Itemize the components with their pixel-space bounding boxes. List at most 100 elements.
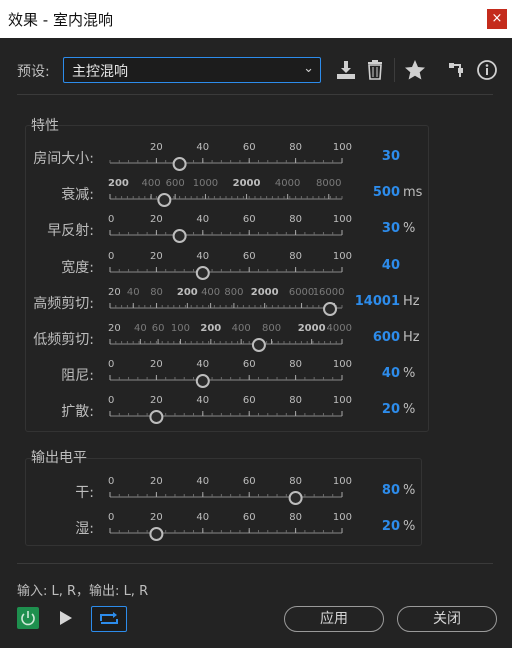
tick-label: 2000 [298,323,326,334]
param-slider[interactable]: 200 400 600 1000 2000 4000 8000 [100,173,356,209]
tick-label: 20 [150,512,163,523]
param-label: 衰减: [61,187,94,204]
footer-divider [17,563,493,564]
info-icon[interactable] [476,59,498,81]
tick-label: 100 [333,214,352,225]
tick-label: 100 [333,476,352,487]
tick-label: 100 [171,323,190,334]
param-unit: Hz [403,330,420,345]
param-row: 扩散: 0 20 40 60 80 100 20% [0,390,512,426]
slider-knob[interactable] [195,265,210,280]
slider-knob[interactable] [288,491,303,505]
param-slider[interactable]: 0 20 40 60 80 100 [100,507,356,543]
characteristics-title: 特性 [31,118,59,134]
close-button[interactable]: 关闭 [397,606,497,632]
param-unit: Hz [403,293,420,309]
param-value[interactable]: 40 [382,366,400,381]
tick-label: 4000 [327,323,352,334]
tick-label: 20 [150,395,163,406]
tick-label: 60 [243,359,256,370]
delete-icon[interactable] [364,59,386,81]
slider-knob[interactable] [323,301,338,316]
tick-label: 800 [262,323,281,334]
slider-knob[interactable] [157,193,172,208]
tick-label: 40 [127,287,140,298]
io-info: 输入: L, R，输出: L, R [17,584,149,599]
param-row: 宽度: 0 20 40 60 80 100 40 [0,246,512,282]
param-value[interactable]: 80 [382,483,400,498]
apply-button[interactable]: 应用 [284,606,384,632]
param-value[interactable]: 30 [382,221,400,236]
param-unit: % [403,483,416,498]
preset-value: 主控混响 [72,64,128,80]
loop-toggle-button[interactable] [91,606,127,632]
param-slider[interactable]: 0 20 40 60 80 100 [100,246,356,282]
param-unit: % [403,221,416,237]
param-value[interactable]: 20 [382,519,400,534]
tick-label: 0 [108,512,114,523]
param-row: 房间大小: 20 40 60 80 100 30 [0,137,512,173]
tick-label: 100 [333,251,352,262]
param-row: 衰减: 200 400 600 1000 2000 4000 8000 500 ms [0,173,512,209]
tick-label: 0 [108,214,114,225]
tick-label: 20 [108,323,121,334]
tick-label: 2000 [251,287,279,298]
tick-label: 200 [200,323,221,334]
routing-icon[interactable] [446,59,468,81]
window-title: 效果 - 室内混响 [8,11,113,29]
param-value[interactable]: 500 [373,185,400,200]
param-slider[interactable]: 20 40 80 200 400 800 2000 600016000 [100,282,356,318]
param-value[interactable]: 600 [373,330,400,345]
tick-label: 8000 [316,178,341,189]
param-label: 阻尼: [61,368,94,385]
tick-label: 80 [289,214,302,225]
slider-knob[interactable] [149,527,164,541]
tick-label: 40 [196,142,209,153]
tick-label: 200 [108,178,129,189]
tick-label: 60 [243,214,256,225]
param-unit: % [403,366,416,382]
param-slider[interactable]: 0 20 40 60 80 100 [100,209,356,245]
param-slider[interactable]: 20 40 60 80 100 [100,137,356,173]
tick-label: 600 [166,178,185,189]
slider-knob[interactable] [251,338,266,352]
tick-label: 20 [150,214,163,225]
param-row: 阻尼: 0 20 40 60 80 100 40% [0,354,512,390]
param-slider[interactable]: 20 40 60 100 200 400 800 2000 4000 [100,318,356,354]
tick-label: 0 [108,476,114,487]
toolbar-separator [394,58,395,82]
param-label: 高频剪切: [33,295,94,312]
param-row: 干: 0 20 40 60 80 100 80% [0,471,512,507]
param-slider[interactable]: 0 20 40 60 80 100 [100,354,356,390]
close-window-button[interactable]: × [487,9,507,29]
slider-knob[interactable] [149,410,164,425]
play-icon[interactable] [60,611,72,625]
tick-label: 80 [289,512,302,523]
preset-dropdown[interactable]: 主控混响 ⌄ [63,57,321,83]
save-preset-icon[interactable] [335,59,357,81]
slider-knob[interactable] [172,157,187,171]
param-label: 宽度: [61,259,94,276]
param-label: 扩散: [61,404,94,421]
param-unit: % [403,519,416,534]
chevron-down-icon: ⌄ [303,61,314,76]
preset-label: 预设: [17,64,50,80]
slider-knob[interactable] [172,229,187,244]
tick-label: 200 [177,287,198,298]
param-slider[interactable]: 0 20 40 60 80 100 [100,471,356,507]
tick-label: 1000 [193,178,218,189]
tick-label: 40 [196,359,209,370]
param-value[interactable]: 20 [382,402,400,417]
param-label: 低频剪切: [33,332,94,348]
param-value[interactable]: 40 [382,258,400,273]
param-slider[interactable]: 0 20 40 60 80 100 [100,390,356,426]
tick-label: 800 [224,287,243,298]
param-value[interactable]: 30 [382,149,400,164]
power-toggle-button[interactable] [17,607,39,629]
tick-label: 80 [289,359,302,370]
favorite-star-icon[interactable] [404,59,426,81]
slider-knob[interactable] [195,374,210,389]
tick-label: 80 [289,142,302,153]
param-value[interactable]: 14001 [355,294,400,309]
tick-label: 100 [333,395,352,406]
